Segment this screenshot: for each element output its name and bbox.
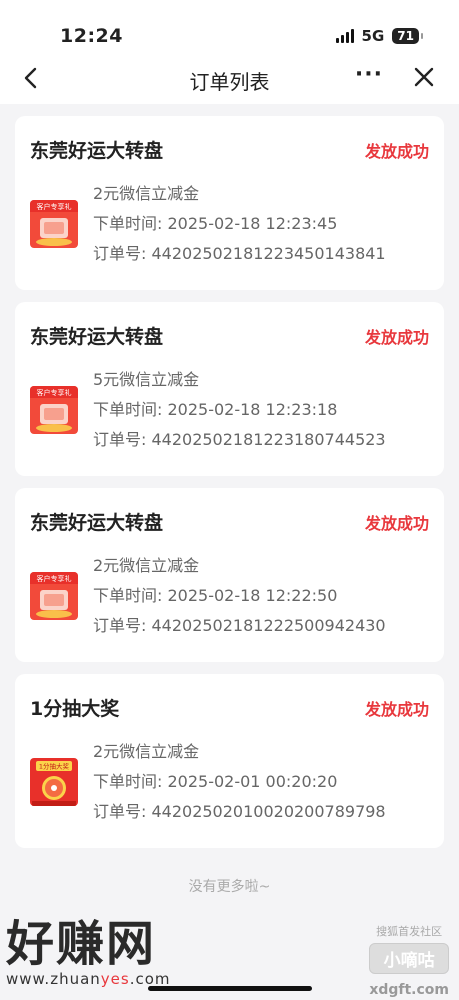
status-bar: 12:24 5G 71 xyxy=(0,0,459,56)
order-status: 发放成功 xyxy=(364,513,429,533)
order-number: 订单号: 442025021812225009424​30 xyxy=(93,616,386,635)
thumb-label: 客户专享礼 xyxy=(37,202,72,211)
order-card[interactable]: 1分抽大奖 发放成功 1分抽大奖 2元微信立减金 下单时间: 2025-02-0… xyxy=(15,674,444,848)
order-number: 订单号: 4420250218122345014384​1 xyxy=(93,244,386,263)
watermark-badge: 小嘀咕 xyxy=(369,943,449,974)
network-type: 5G xyxy=(361,27,385,45)
shop-name: 1分抽大奖 xyxy=(30,698,120,720)
gift-thumbnail-icon: 客户专享礼 xyxy=(30,386,78,434)
close-icon[interactable] xyxy=(413,66,435,88)
order-list: 东莞好运大转盘 发放成功 客户专享礼 2元微信立减金 下单时间: 2025-02… xyxy=(0,104,459,896)
watermark-caption: 搜狐首发社区 xyxy=(376,925,443,938)
order-card[interactable]: 东莞好运大转盘 发放成功 客户专享礼 2元微信立减金 下单时间: 2025-02… xyxy=(15,116,444,290)
home-indicator[interactable] xyxy=(148,986,312,991)
order-number: 订单号: 442025021812231807445​23 xyxy=(93,430,386,449)
thumb-label: 客户专享礼 xyxy=(37,388,72,397)
order-status: 发放成功 xyxy=(364,141,429,161)
signal-icon xyxy=(335,29,354,43)
order-status: 发放成功 xyxy=(364,699,429,719)
product-name: 5元微信立减金 xyxy=(93,370,200,389)
order-time: 下单时间: 2025-02-18 12:23:18 xyxy=(93,400,338,419)
order-time: 下单时间: 2025-02-18 12:22:50 xyxy=(93,586,338,605)
gift-thumbnail-icon: 客户专享礼 xyxy=(30,572,78,620)
more-icon[interactable]: ··· xyxy=(355,62,383,87)
product-name: 2元微信立减金 xyxy=(93,184,200,203)
watermark-title: 好赚网 xyxy=(6,916,157,972)
watermark-logo-right: 搜狐首发社区 小嘀咕 xdgft.com xyxy=(369,923,449,998)
battery-icon: 71 xyxy=(392,28,423,44)
watermark-url: www.zhuanyes.com xyxy=(6,970,171,988)
status-time: 12:24 xyxy=(60,25,123,47)
gift-thumbnail-icon: 客户专享礼 xyxy=(30,200,78,248)
product-name: 2元微信立减金 xyxy=(93,742,200,761)
page-title: 订单列表 xyxy=(189,70,270,94)
shop-name: 东莞好运大转盘 xyxy=(30,140,164,162)
order-status: 发放成功 xyxy=(364,327,429,347)
order-card[interactable]: 东莞好运大转盘 发放成功 客户专享礼 2元微信立减金 下单时间: 2025-02… xyxy=(15,488,444,662)
thumb-label: 1分抽大奖 xyxy=(39,762,70,771)
order-time: 下单时间: 2025-02-01 00:20:20 xyxy=(93,772,338,791)
product-name: 2元微信立减金 xyxy=(93,556,200,575)
lottery-wheel-thumbnail-icon: 1分抽大奖 xyxy=(30,758,78,806)
shop-name: 东莞好运大转盘 xyxy=(30,326,164,348)
no-more-text: 没有更多啦~ xyxy=(188,879,271,895)
order-time: 下单时间: 2025-02-18 12:23:45 xyxy=(93,214,338,233)
watermark-logo-left: 好赚网 www.zhuanyes.com xyxy=(6,918,171,988)
order-card[interactable]: 东莞好运大转盘 发放成功 客户专享礼 5元微信立减金 下单时间: 2025-02… xyxy=(15,302,444,476)
nav-bar: 订单列表 ··· xyxy=(0,56,459,104)
order-number: 订单号: 442025020100202007897​98 xyxy=(93,802,386,821)
thumb-label: 客户专享礼 xyxy=(37,574,72,583)
status-indicators: 5G 71 xyxy=(335,27,423,45)
shop-name: 东莞好运大转盘 xyxy=(30,512,164,534)
watermark-site: xdgft.com xyxy=(369,982,449,998)
